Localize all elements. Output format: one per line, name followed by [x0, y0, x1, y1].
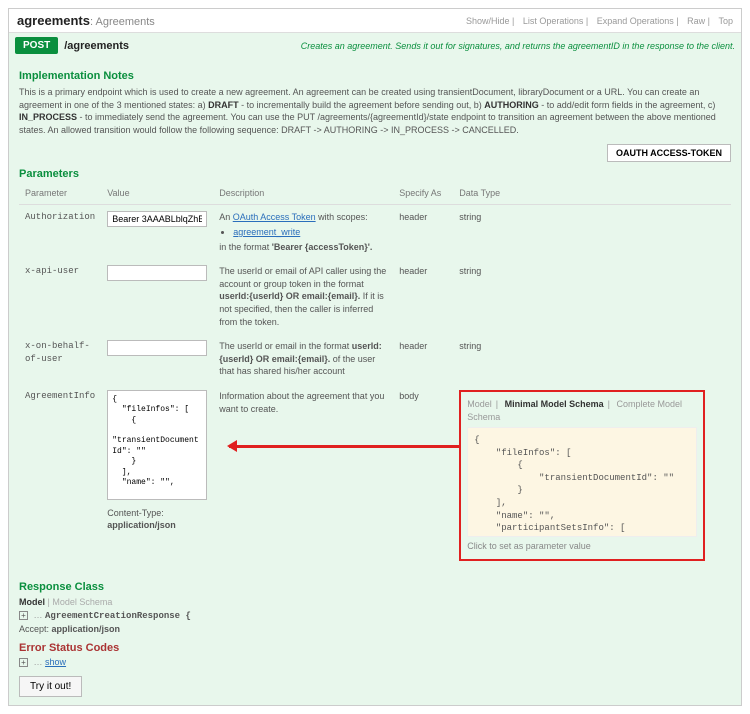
authorization-input[interactable] [107, 211, 207, 227]
expand-errors-icon[interactable]: + [19, 658, 28, 667]
link-raw[interactable]: Raw [687, 16, 705, 26]
implementation-notes: This is a primary endpoint which is used… [19, 86, 731, 136]
schema-preview[interactable]: { "fileInfos": [ { "transientDocumentId"… [467, 427, 697, 537]
agreementinfo-body-input[interactable]: { "fileInfos": [ { "transientDocumentId"… [107, 390, 207, 500]
link-showhide[interactable]: Show/Hide [466, 16, 510, 26]
col-description: Description [213, 184, 393, 205]
param-row-authorization: Authorization An OAuth Access Token with… [19, 205, 731, 259]
tab-minimal-schema[interactable]: Minimal Model Schema [505, 399, 604, 409]
operation-row[interactable]: POST /agreements Creates an agreement. S… [9, 33, 741, 58]
oauth-token-button[interactable]: OAUTH ACCESS-TOKEN [607, 144, 731, 162]
scope-link[interactable]: agreement_write [233, 227, 300, 237]
method-badge: POST [15, 37, 58, 54]
show-errors-link[interactable]: show [45, 657, 66, 667]
col-parameter: Parameter [19, 184, 101, 205]
param-row-agreementinfo: AgreementInfo { "fileInfos": [ { "transi… [19, 384, 731, 567]
link-expand-ops[interactable]: Expand Operations [597, 16, 674, 26]
oauth-token-link[interactable]: OAuth Access Token [233, 212, 316, 222]
response-model-schema-tab[interactable]: Model Schema [52, 597, 112, 607]
param-row-x-on-behalf: x-on-behalf-of-user The userId or email … [19, 334, 731, 384]
link-top[interactable]: Top [718, 16, 733, 26]
param-row-x-api-user: x-api-user The userId or email of API ca… [19, 259, 731, 334]
col-specify: Specify As [393, 184, 453, 205]
col-value: Value [101, 184, 213, 205]
link-list-ops[interactable]: List Operations [523, 16, 584, 26]
tab-model[interactable]: Model [467, 399, 492, 409]
annotation-arrow [229, 445, 459, 448]
try-it-out-button[interactable]: Try it out! [19, 676, 82, 697]
x-api-user-input[interactable] [107, 265, 207, 281]
schema-click-hint: Click to set as parameter value [467, 540, 697, 553]
response-class-heading: Response Class [19, 581, 731, 593]
response-model-tab[interactable]: Model [19, 597, 45, 607]
expand-toggle-icon[interactable]: + [19, 611, 28, 620]
endpoint-path: /agreements [64, 40, 129, 52]
col-datatype: Data Type [453, 184, 731, 205]
notes-heading: Implementation Notes [19, 70, 731, 82]
response-object: AgreementCreationResponse { [45, 611, 191, 621]
error-codes-heading: Error Status Codes [19, 642, 731, 654]
model-schema-panel: Model| Minimal Model Schema| Complete Mo… [459, 390, 705, 561]
parameters-heading: Parameters [19, 168, 731, 180]
operation-summary: Creates an agreement. Sends it out for s… [301, 41, 735, 51]
resource-title[interactable]: agreements: Agreements [17, 13, 155, 28]
x-on-behalf-input[interactable] [107, 340, 207, 356]
